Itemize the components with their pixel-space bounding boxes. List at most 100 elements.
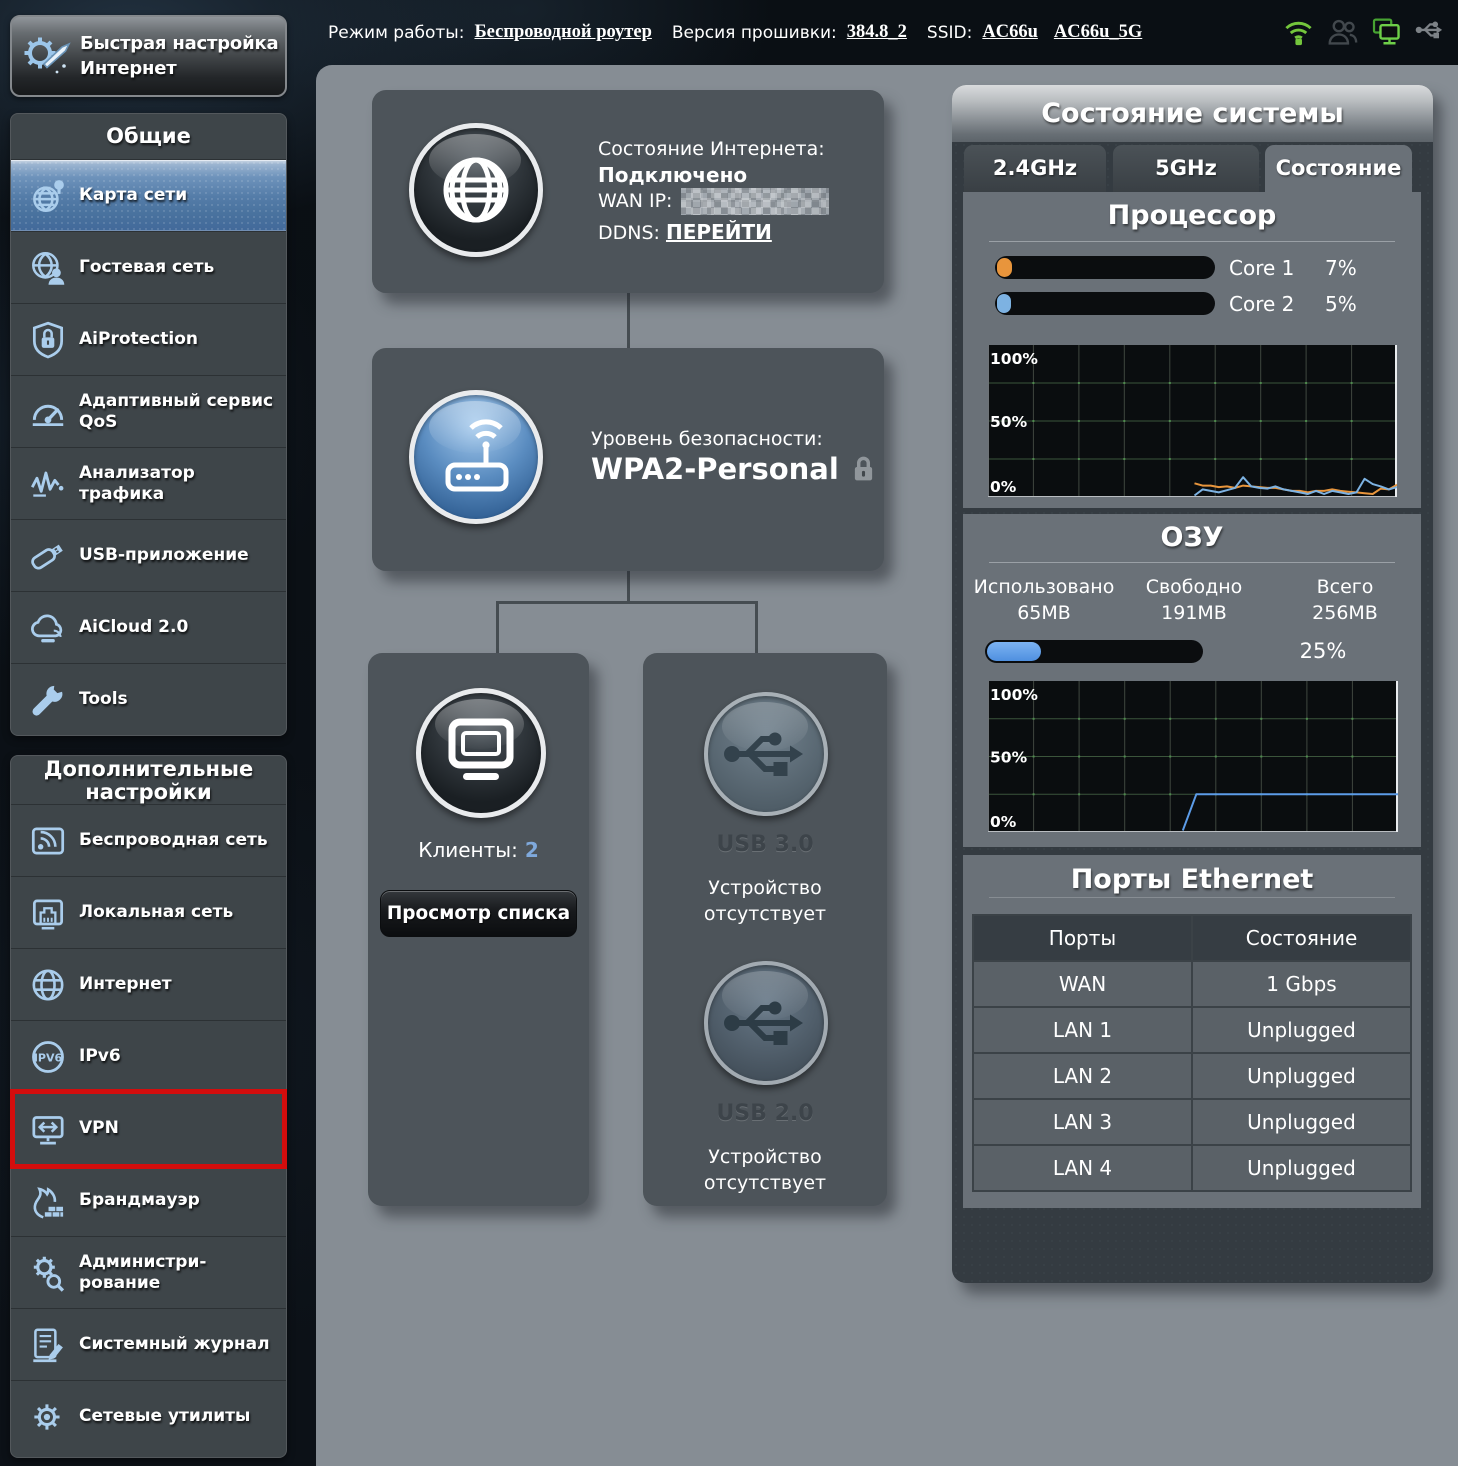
sidebar-item[interactable]: Администри­рование	[11, 1236, 286, 1308]
sidebar-item[interactable]: Локальная сеть	[11, 876, 286, 948]
ram-section: ОЗУ Использовано 65MB Свободно 191MB Все…	[963, 514, 1421, 847]
syslog-icon	[27, 1324, 69, 1366]
svg-text:IPV6: IPV6	[34, 1051, 63, 1064]
wan-ip-row: WAN IP:	[598, 188, 829, 215]
system-status-panel: Состояние системы 2.4GHz 5GHz Состояние …	[952, 85, 1433, 1283]
usb-app-icon	[27, 535, 69, 577]
router-icon[interactable]	[409, 390, 543, 524]
ram-total: Всего 256MB	[1275, 574, 1415, 626]
core2-value: 5%	[1325, 292, 1357, 316]
core1-label: Core 1	[1229, 256, 1294, 280]
ethernet-header-row: Порты Состояние	[974, 916, 1410, 960]
sidebar-item[interactable]: Беспроводная сеть	[11, 804, 286, 876]
view-client-list-button[interactable]: Просмотр списка	[380, 890, 577, 937]
ipv6-icon: IPV6	[27, 1036, 69, 1078]
sidebar-item[interactable]: VPN	[11, 1092, 286, 1164]
sidebar-item[interactable]: Адаптивный сервис QoS	[11, 375, 286, 447]
port-name: WAN	[974, 962, 1191, 1006]
ram-percent: 25%	[1293, 639, 1353, 663]
ddns-label: DDNS:	[598, 222, 660, 244]
firmware-label: Версия прошивки:	[672, 23, 837, 43]
quick-setup-button[interactable]: Быстрая настройка Интернет	[10, 15, 287, 97]
usb3-status: Устройство отсутствует	[673, 875, 857, 927]
core1-row: Core 1 7%	[963, 256, 1421, 280]
sidebar-item[interactable]: Системный журнал	[11, 1308, 286, 1380]
ethernet-row: LAN 1 Unplugged	[974, 1008, 1410, 1052]
port-state: Unplugged	[1193, 1146, 1410, 1190]
cpu-usage-chart: 100%50%0%	[988, 345, 1397, 497]
guest-network-icon	[27, 247, 69, 289]
network-tools-icon	[27, 1396, 69, 1438]
lock-icon	[852, 455, 875, 483]
aicloud-icon	[27, 607, 69, 649]
lan-icon	[27, 892, 69, 934]
ram-meter	[985, 640, 1203, 663]
ram-divider	[989, 562, 1395, 563]
sidebar-item[interactable]: USB-приложение	[11, 519, 286, 591]
ethernet-col-port: Порты	[974, 916, 1191, 960]
wireless-icon	[27, 820, 69, 862]
ethernet-title: Порты Ethernet	[963, 864, 1421, 895]
sidebar-item[interactable]: Гостевая сеть	[11, 231, 286, 303]
sidebar-item[interactable]: AiProtection	[11, 303, 286, 375]
ssid-label: SSID:	[927, 23, 972, 43]
devices-status-icon[interactable]	[1371, 17, 1402, 48]
vpn-icon	[27, 1108, 69, 1150]
sidebar-item[interactable]: Карта сети	[11, 159, 286, 231]
svg-text:50%: 50%	[990, 413, 1028, 431]
ram-title: ОЗУ	[963, 522, 1421, 553]
sidebar-item[interactable]: IPV6 IPv6	[11, 1020, 286, 1092]
sidebar-item[interactable]: Сетевые утилиты	[11, 1380, 286, 1452]
internet-globe-icon[interactable]	[409, 123, 543, 257]
svg-text:0%: 0%	[990, 813, 1017, 831]
ssid-5g-link[interactable]: AC66u_5G	[1054, 22, 1142, 43]
svg-text:100%: 100%	[990, 686, 1038, 704]
port-state: 1 Gbps	[1193, 962, 1410, 1006]
connector-clients	[496, 601, 499, 655]
top-bar-status-icons	[1283, 0, 1446, 65]
clients-monitor-icon[interactable]	[416, 688, 546, 818]
internet-status-card: Состояние Интернета: Подключено WAN IP: …	[372, 90, 884, 293]
ethernet-section: Порты Ethernet Порты Состояние WAN 1 Gbp…	[963, 855, 1421, 1208]
connector-router-split	[627, 569, 630, 604]
security-level-row: WPA2-Personal	[591, 452, 875, 486]
quick-setup-icon	[19, 28, 75, 84]
tab[interactable]: Состояние	[1265, 145, 1412, 192]
security-card: Уровень безопасности: WPA2-Personal	[372, 348, 884, 571]
ddns-go-link[interactable]: ПЕРЕЙТИ	[666, 220, 772, 244]
sidebar-advanced-header: Дополнительные настройки	[11, 756, 286, 804]
svg-text:50%: 50%	[990, 749, 1028, 767]
usb3-icon[interactable]	[704, 692, 828, 816]
connector-usb	[755, 601, 758, 655]
core1-value: 7%	[1325, 256, 1357, 280]
top-bar: Режим работы: Беспроводной роутер Версия…	[328, 0, 1142, 65]
core1-meter-fill	[997, 258, 1012, 277]
cpu-title: Процессор	[963, 200, 1421, 231]
operation-mode-link[interactable]: Беспроводной роутер	[474, 22, 651, 43]
tools-icon	[27, 679, 69, 721]
firmware-version-link[interactable]: 384.8_2	[847, 22, 907, 43]
ssid-2g-link[interactable]: AC66u	[982, 22, 1038, 43]
port-name: LAN 2	[974, 1054, 1191, 1098]
usb2-icon[interactable]	[704, 961, 828, 1085]
clients-status-icon[interactable]	[1327, 17, 1358, 48]
sidebar-item[interactable]: Брандмауэр	[11, 1164, 286, 1236]
tab[interactable]: 2.4GHz	[964, 145, 1106, 192]
connector-horizontal	[496, 601, 758, 604]
port-name: LAN 4	[974, 1146, 1191, 1190]
sidebar-item[interactable]: Интернет	[11, 948, 286, 1020]
core2-label: Core 2	[1229, 292, 1294, 316]
usb-status-icon[interactable]	[1415, 17, 1446, 48]
sidebar-item[interactable]: AiCloud 2.0	[11, 591, 286, 663]
ethernet-table: Порты Состояние WAN 1 Gbps LAN 1 Unplugg…	[972, 914, 1412, 1192]
ram-used-label: Использовано	[971, 574, 1117, 600]
ethernet-row: LAN 4 Unplugged	[974, 1146, 1410, 1190]
sidebar-item[interactable]: Tools	[11, 663, 286, 735]
wan-icon	[27, 964, 69, 1006]
sidebar-section-advanced: Дополнительные настройки Беспроводная се…	[10, 755, 287, 1458]
firewall-icon	[27, 1180, 69, 1222]
internet-status-value: Подключено	[598, 163, 747, 187]
sidebar-item[interactable]: Анализатор трафика	[11, 447, 286, 519]
wifi-status-icon[interactable]	[1283, 17, 1314, 48]
tab[interactable]: 5GHz	[1113, 145, 1259, 192]
